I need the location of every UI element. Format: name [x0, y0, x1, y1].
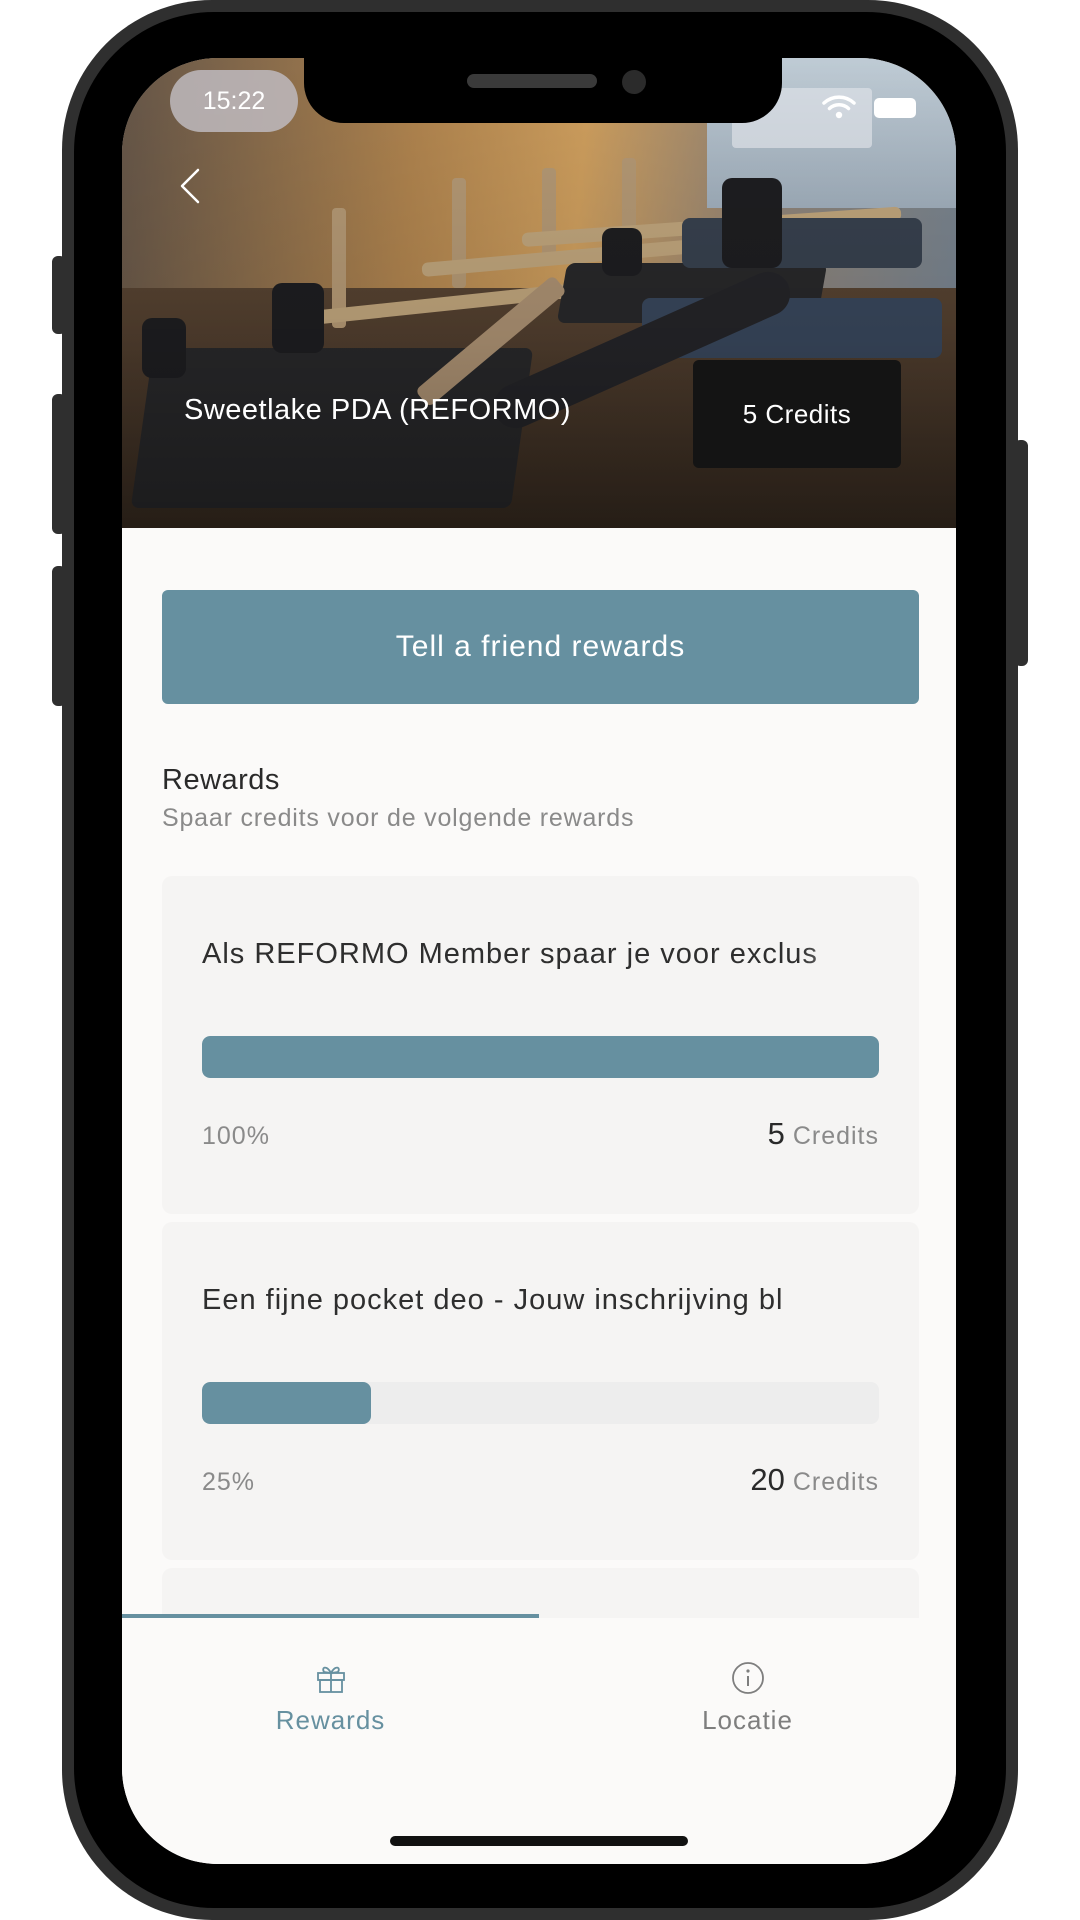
- tab-rewards[interactable]: Rewards: [122, 1618, 539, 1778]
- reward-title: Als REFORMO Member spaar je voor exclus: [202, 938, 818, 970]
- reward-progress-fill: [202, 1382, 372, 1424]
- tab-locatie[interactable]: Locatie: [539, 1618, 956, 1778]
- reward-progress-bar: [202, 1382, 879, 1424]
- reward-progress-bar: [202, 1036, 879, 1078]
- front-camera: [622, 70, 646, 94]
- home-indicator: [390, 1836, 688, 1846]
- speaker-grille: [467, 74, 597, 88]
- info-icon: [731, 1661, 764, 1694]
- reward-progress-percent: 25%: [202, 1468, 256, 1496]
- reward-credits: 5 Credits: [768, 1116, 879, 1152]
- back-button[interactable]: [162, 158, 218, 214]
- reward-credits-label: Credits: [792, 1122, 879, 1150]
- credits-badge: 5 Credits: [693, 360, 901, 468]
- tell-a-friend-button[interactable]: Tell a friend rewards: [162, 590, 919, 704]
- app-screen: Sweetlake PDA (REFORMO) 5 Credits 15:22 …: [122, 58, 956, 1864]
- reward-credits-value: 20: [750, 1462, 785, 1497]
- reward-card[interactable]: Als REFORMO Member spaar je voor exclus …: [162, 876, 919, 1214]
- reward-progress-fill: [202, 1036, 879, 1078]
- device-frame: Sweetlake PDA (REFORMO) 5 Credits 15:22 …: [0, 0, 1080, 1920]
- section-title: Rewards: [162, 764, 280, 796]
- bottom-tab-bar: Rewards Locatie: [122, 1618, 956, 1864]
- gift-icon: [316, 1666, 345, 1693]
- reward-credits: 20 Credits: [750, 1462, 879, 1498]
- battery-icon: [874, 98, 916, 118]
- tab-locatie-label: Locatie: [702, 1704, 793, 1735]
- reward-progress-percent: 100%: [202, 1122, 270, 1150]
- device-notch: [304, 58, 782, 123]
- tab-rewards-label: Rewards: [275, 1704, 386, 1735]
- status-time: 15:22: [170, 70, 298, 132]
- reward-card[interactable]: Een fijne pocket deo - Jouw inschrijving…: [162, 1222, 919, 1560]
- wifi-icon: [822, 95, 856, 119]
- location-title: Sweetlake PDA (REFORMO): [184, 394, 571, 426]
- chevron-left-icon: [180, 168, 200, 204]
- reward-credits-value: 5: [767, 1116, 785, 1151]
- reward-title: Een fijne pocket deo - Jouw inschrijving…: [202, 1284, 784, 1316]
- reward-credits-label: Credits: [792, 1468, 879, 1496]
- section-subtitle: Spaar credits voor de volgende rewards: [162, 804, 635, 832]
